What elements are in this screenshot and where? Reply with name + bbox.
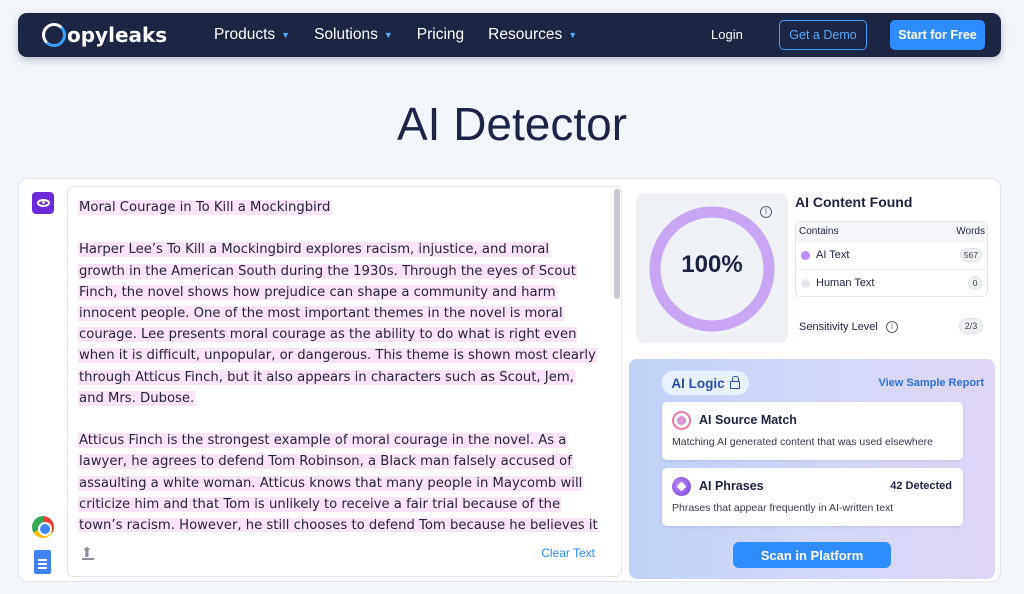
ai-phrases-desc: Phrases that appear frequently in AI-wri… [672, 502, 894, 514]
ai-logic-pill[interactable]: AI Logic [661, 370, 750, 396]
ai-content-found-title: AI Content Found [795, 194, 913, 210]
content-table: Contains Words AI Text 567 Human Text 0 [795, 221, 988, 297]
upload-icon[interactable]: ⬆ [81, 545, 95, 560]
view-sample-report-link[interactable]: View Sample Report [878, 377, 984, 389]
nav-pricing[interactable]: Pricing [417, 26, 464, 44]
human-word-count: 0 [968, 276, 982, 290]
chevron-down-icon: ▼ [568, 30, 578, 40]
nav-products-label: Products [214, 26, 276, 43]
nav-solutions-label: Solutions [314, 26, 378, 43]
text-editor[interactable]: Moral Courage in To Kill a Mockingbird H… [67, 186, 622, 577]
table-row-human-text: Human Text 0 [796, 270, 987, 298]
info-icon[interactable]: i [886, 321, 898, 333]
sensitivity-label: Sensitivity Level [799, 321, 878, 333]
ai-logic-panel: AI Logic View Sample Report AI Source Ma… [629, 359, 995, 579]
get-demo-button[interactable]: Get a Demo [779, 20, 867, 50]
ai-phrases-icon [672, 477, 691, 496]
ai-score-box: 100% i [636, 193, 788, 343]
ai-word-count: 567 [959, 248, 982, 262]
col-contains: Contains [799, 226, 839, 237]
sensitivity-level-badge[interactable]: 2/3 [959, 318, 983, 334]
view-toggle-button[interactable] [32, 192, 54, 214]
editor-footer: ⬆ Clear Text [68, 532, 621, 576]
lock-icon [729, 375, 740, 389]
editor-content[interactable]: Moral Courage in To Kill a Mockingbird H… [78, 197, 598, 532]
nav-products[interactable]: Products ▼ [214, 26, 290, 44]
ai-score-value: 100% [681, 251, 743, 278]
detector-card: Moral Courage in To Kill a Mockingbird H… [18, 178, 1001, 582]
chevron-down-icon: ▼ [281, 30, 291, 40]
table-row-ai-text: AI Text 567 [796, 242, 987, 270]
essay-paragraph-1: Harper Lee’s To Kill a Mockingbird explo… [78, 242, 597, 406]
login-link[interactable]: Login [711, 27, 743, 42]
info-icon[interactable]: i [760, 206, 772, 218]
clear-text-button[interactable]: Clear Text [541, 546, 595, 560]
source-match-title: AI Source Match [699, 413, 797, 427]
nav-pricing-label: Pricing [416, 26, 465, 43]
chrome-extension-icon[interactable] [32, 516, 54, 538]
nav-solutions[interactable]: Solutions ▼ [314, 26, 393, 44]
ai-dot-icon [801, 251, 810, 260]
source-match-icon [672, 411, 691, 430]
human-text-label: Human Text [816, 277, 875, 289]
eye-icon [36, 199, 50, 207]
human-dot-icon [801, 279, 810, 288]
google-docs-icon[interactable] [34, 550, 51, 574]
nav-resources[interactable]: Resources ▼ [488, 26, 577, 44]
ai-source-match-card[interactable]: AI Source Match Matching AI generated co… [662, 402, 963, 460]
top-navbar: opyleaks Products ▼ Solutions ▼ Pricing … [18, 13, 1001, 57]
source-match-desc: Matching AI generated content that was u… [672, 436, 933, 448]
logo-text: opyleaks [67, 23, 168, 47]
essay-title: Moral Courage in To Kill a Mockingbird [78, 200, 332, 215]
copyleaks-logo[interactable]: opyleaks [42, 20, 167, 50]
nav-menu: Products ▼ Solutions ▼ Pricing Resources… [214, 13, 577, 57]
ai-phrases-count: 42 Detected [890, 480, 952, 492]
page-title: AI Detector [396, 98, 628, 150]
ai-logic-label: AI Logic [671, 375, 725, 391]
chevron-down-icon: ▼ [383, 30, 393, 40]
scan-in-platform-button[interactable]: Scan in Platform [733, 542, 891, 568]
essay-paragraph-2: Atticus Finch is the strongest example o… [78, 433, 598, 532]
logo-c-icon [42, 23, 66, 47]
nav-resources-label: Resources [488, 26, 563, 43]
ai-phrases-title: AI Phrases [699, 479, 764, 493]
content-table-header: Contains Words [796, 222, 987, 242]
ai-phrases-card[interactable]: AI Phrases 42 Detected Phrases that appe… [662, 468, 963, 526]
col-words: Words [956, 226, 985, 237]
start-free-button[interactable]: Start for Free [890, 20, 985, 50]
editor-scrollbar[interactable] [614, 189, 620, 299]
ai-text-label: AI Text [816, 249, 850, 261]
